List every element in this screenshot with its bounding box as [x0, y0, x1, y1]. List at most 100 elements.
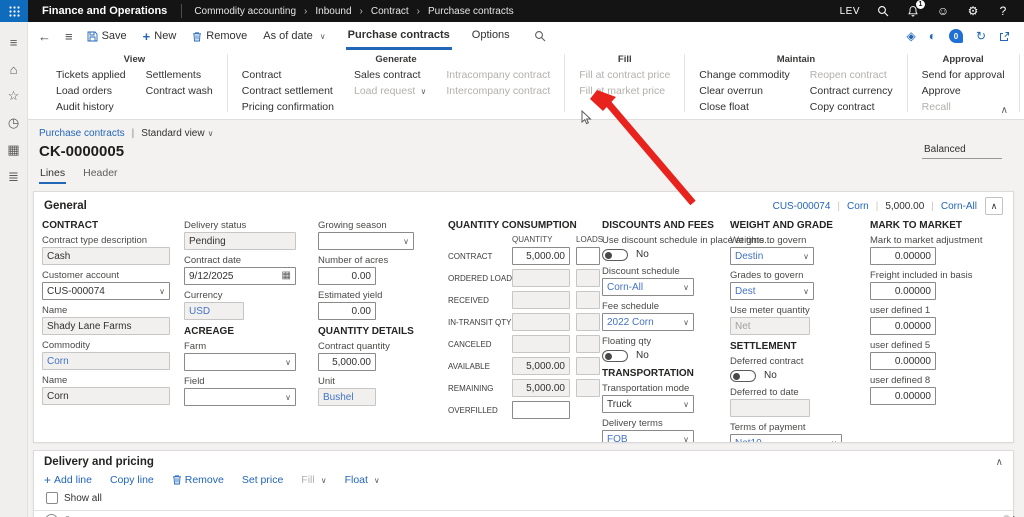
use-discount-schedule-in-place-at-time-toggle[interactable]: No: [602, 248, 694, 261]
favorites-star-icon[interactable]: ☆: [6, 88, 22, 104]
clear-overrun-button[interactable]: Clear overrun: [699, 85, 789, 97]
contract-wash-button[interactable]: Contract wash: [146, 85, 213, 97]
tickets-applied-button[interactable]: Tickets applied: [56, 69, 126, 81]
freight-included-in-basis-input[interactable]: 0.00000: [870, 282, 936, 300]
send-for-approval-button[interactable]: Send for approval: [922, 69, 1005, 81]
optimize-icon[interactable]: ◈: [906, 29, 915, 43]
home-icon[interactable]: ⌂: [6, 61, 22, 77]
sales-contract-button[interactable]: Sales contract: [354, 69, 426, 81]
copy-contract-button[interactable]: Copy contract: [810, 101, 893, 113]
number-of-acres-input[interactable]: 0.00: [318, 267, 376, 285]
remove-button[interactable]: Remove: [192, 22, 247, 50]
contract-quantity[interactable]: 5,000.00: [512, 247, 570, 265]
header-link-cus-000074[interactable]: CUS-000074: [773, 201, 831, 212]
collapse-delivery-section-icon[interactable]: ∧: [996, 457, 1003, 468]
collapse-general-section-icon[interactable]: ∧: [985, 197, 1003, 215]
as-of-date-button[interactable]: As of date ∨: [263, 22, 325, 50]
copy-line-label: Copy line: [110, 474, 154, 486]
contract-settlement-button[interactable]: Contract settlement: [242, 85, 334, 97]
close-float-button[interactable]: Close float: [699, 101, 789, 113]
header-link-corn[interactable]: Corn: [847, 201, 869, 212]
copy-line-button[interactable]: Copy line: [110, 474, 154, 486]
farm-select[interactable]: ∨: [184, 353, 296, 371]
show-all-checkbox[interactable]: [46, 492, 58, 504]
nav-toggle-icon[interactable]: ≡: [65, 22, 73, 50]
tab-header[interactable]: Header: [82, 167, 118, 184]
grades-to-govern-select[interactable]: Dest∨: [730, 282, 814, 300]
delivery-section-title[interactable]: Delivery and pricing: [44, 456, 154, 468]
chevron-down-icon: ∨: [320, 32, 326, 41]
contrast-icon[interactable]: ◐: [929, 29, 936, 43]
float-button[interactable]: Float∨: [345, 474, 380, 486]
add-line-button[interactable]: +Add line: [44, 474, 92, 486]
general-section: General CUS-000074|Corn|5,000.00|Corn-Al…: [33, 191, 1014, 443]
expand-nav-icon[interactable]: ≡: [6, 34, 22, 50]
weights-to-govern-select[interactable]: Destin∨: [730, 247, 814, 265]
terms-of-payment-select[interactable]: Net10∨: [730, 434, 842, 443]
deferred-contract-toggle[interactable]: No: [730, 369, 842, 382]
breadcrumb-inbound[interactable]: Inbound: [315, 6, 351, 17]
contract-loads[interactable]: [576, 247, 600, 265]
app-launcher-button[interactable]: [0, 0, 28, 22]
pricing-confirmation-button[interactable]: Pricing confirmation: [242, 101, 334, 113]
set-price-button[interactable]: Set price: [242, 474, 283, 486]
app-title[interactable]: Finance and Operations: [28, 5, 181, 17]
view-selector[interactable]: Standard view: [141, 128, 204, 139]
remove-button[interactable]: Remove: [172, 474, 224, 486]
header-link-corn-all[interactable]: Corn-All: [941, 201, 977, 212]
bell-icon[interactable]: 1: [906, 4, 920, 18]
general-section-title[interactable]: General: [44, 200, 87, 212]
growing-season-select[interactable]: ∨: [318, 232, 414, 250]
load-orders-button[interactable]: Load orders: [56, 85, 126, 97]
contract-button[interactable]: Contract: [242, 69, 334, 81]
discount-schedule-select[interactable]: Corn-All∨: [602, 278, 694, 296]
recent-clock-icon[interactable]: ◷: [6, 115, 22, 131]
user-defined-8-input[interactable]: 0.00000: [870, 387, 936, 405]
change-commodity-button[interactable]: Change commodity: [699, 69, 789, 81]
command-search-icon[interactable]: [534, 22, 546, 50]
back-arrow-icon[interactable]: ←: [38, 22, 51, 50]
breadcrumb-commodity-accounting[interactable]: Commodity accounting: [194, 6, 296, 17]
feedback-smiley-icon[interactable]: ☺: [936, 4, 950, 18]
field-select[interactable]: ∨: [184, 388, 296, 406]
save-button[interactable]: Save: [87, 22, 127, 50]
user-defined-5-input[interactable]: 0.00000: [870, 352, 936, 370]
menu-tab-options[interactable]: Options: [470, 22, 512, 50]
search-icon[interactable]: [876, 4, 890, 18]
user-initials[interactable]: LEV: [840, 6, 860, 17]
transportation-mode-select[interactable]: Truck∨: [602, 395, 694, 413]
delivery-terms-select[interactable]: FOB∨: [602, 430, 694, 443]
approve-button[interactable]: Approve: [922, 85, 1005, 97]
fee-schedule-select[interactable]: 2022 Corn∨: [602, 313, 694, 331]
contract-quantity-input[interactable]: 5,000.00: [318, 353, 376, 371]
refresh-icon[interactable]: ↻: [976, 29, 986, 43]
overfilled-quantity[interactable]: [512, 401, 570, 419]
settings-gear-icon[interactable]: ⚙: [966, 4, 980, 18]
contract-date-date-input[interactable]: 9/12/2025▦: [184, 267, 296, 285]
unit-label: Unit: [318, 376, 414, 387]
menu-tab-purchase-contracts[interactable]: Purchase contracts: [346, 22, 452, 50]
workspaces-icon[interactable]: ▦: [6, 142, 22, 158]
open-new-window-icon[interactable]: [999, 31, 1010, 42]
copilot-chat-icon[interactable]: 0: [949, 29, 963, 43]
tab-lines[interactable]: Lines: [39, 167, 66, 184]
floating-qty-toggle[interactable]: No: [602, 349, 694, 362]
help-icon[interactable]: ?: [996, 4, 1010, 18]
modules-icon[interactable]: ≣: [6, 169, 22, 185]
toggle-pill: [602, 350, 628, 362]
list-page-link[interactable]: Purchase contracts: [39, 128, 125, 139]
top-app-bar: Finance and Operations Commodity account…: [0, 0, 1024, 22]
settlements-button[interactable]: Settlements: [146, 69, 213, 81]
user-defined-1-input[interactable]: 0.00000: [870, 317, 936, 335]
estimated-yield-input[interactable]: 0.00: [318, 302, 376, 320]
collapse-action-pane-icon[interactable]: ∧: [1001, 105, 1008, 116]
customer-account-select[interactable]: CUS-000074∨: [42, 282, 170, 300]
audit-history-button[interactable]: Audit history: [56, 101, 126, 113]
new-button[interactable]: + New: [143, 22, 177, 50]
ribbon-group-view: ViewTickets appliedLoad ordersAudit hist…: [42, 54, 227, 112]
toggle-pill: [730, 370, 756, 382]
breadcrumb-purchase-contracts[interactable]: Purchase contracts: [428, 6, 514, 17]
breadcrumb-contract[interactable]: Contract: [371, 6, 409, 17]
mark-to-market-adjustment-input[interactable]: 0.00000: [870, 247, 936, 265]
contract-currency-button[interactable]: Contract currency: [810, 85, 893, 97]
